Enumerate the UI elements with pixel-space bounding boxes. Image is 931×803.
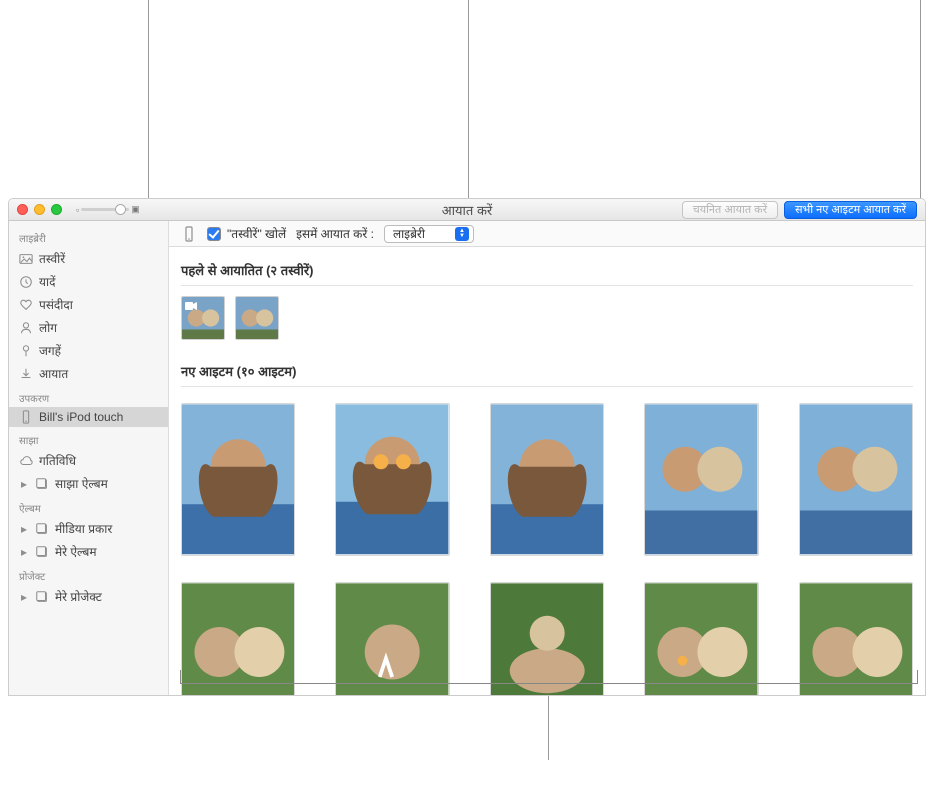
- zoom-in-icon: ▣: [131, 204, 140, 215]
- open-photos-label: "तस्वीरें" खोलें: [227, 225, 286, 242]
- sidebar: लाइब्रेरी तस्वीरें यादें पसंदीदा: [9, 221, 169, 695]
- heart-icon: [19, 298, 33, 312]
- callout-line-import-button: [920, 0, 921, 200]
- clock-icon: [19, 275, 33, 289]
- new-items-header: नए आइटम (१० आइटम): [181, 356, 913, 387]
- close-button[interactable]: [17, 204, 28, 215]
- callout-bracket-new-items: [180, 670, 918, 684]
- sidebar-header-albums: ऐल्बम: [9, 495, 168, 517]
- imported-thumb[interactable]: [235, 296, 279, 340]
- sidebar-item-label: मेरे ऐल्बम: [55, 543, 97, 560]
- sidebar-item-label: Bill's iPod touch: [39, 410, 123, 424]
- disclosure-triangle-icon[interactable]: ▸: [19, 522, 29, 536]
- imported-thumb[interactable]: [181, 296, 225, 340]
- sidebar-item-label: जगहें: [39, 342, 61, 359]
- open-photos-checkbox[interactable]: [207, 227, 221, 241]
- import-selected-button[interactable]: चयनित आयात करें: [682, 201, 778, 219]
- sidebar-item-label: लोग: [39, 319, 57, 336]
- sidebar-item-label: मीडिया प्रकार: [55, 520, 112, 537]
- sidebar-item-photos[interactable]: तस्वीरें: [9, 247, 168, 270]
- disclosure-triangle-icon[interactable]: ▸: [19, 590, 29, 604]
- new-item-thumb[interactable]: [490, 403, 604, 556]
- sidebar-item-my-projects[interactable]: ▸ मेरे प्रोजेक्ट: [9, 585, 168, 608]
- sidebar-item-import[interactable]: आयात: [9, 362, 168, 385]
- new-item-thumb[interactable]: [181, 403, 295, 556]
- import-destination-value: लाइब्रेरी: [393, 225, 425, 242]
- fullscreen-button[interactable]: [51, 204, 62, 215]
- sidebar-header-projects: प्रोजेक्ट: [9, 563, 168, 585]
- new-item-thumb[interactable]: [644, 403, 758, 556]
- traffic-lights[interactable]: [17, 204, 62, 215]
- sidebar-item-my-albums[interactable]: ▸ मेरे ऐल्बम: [9, 540, 168, 563]
- album-icon: [35, 477, 49, 491]
- sidebar-item-favorites[interactable]: पसंदीदा: [9, 293, 168, 316]
- import-content: पहले से आयातित (२ तस्वीरें) नए आइटम (१० …: [169, 247, 925, 695]
- import-all-new-button[interactable]: सभी नए आइटम आयात करें: [784, 201, 917, 219]
- callout-line-sidebar: [148, 0, 149, 200]
- zoom-out-icon: ▫: [76, 205, 79, 215]
- zoom-slider[interactable]: ▫ ▣: [76, 204, 140, 215]
- sidebar-item-label: आयात: [39, 365, 68, 382]
- disclosure-triangle-icon[interactable]: ▸: [19, 545, 29, 559]
- photos-app-window: ▫ ▣ आयात करें चयनित आयात करें सभी नए आइट…: [8, 198, 926, 696]
- zoom-track[interactable]: [81, 208, 129, 211]
- sidebar-item-shared-albums[interactable]: ▸ साझा ऐल्बम: [9, 472, 168, 495]
- new-items-grid: [181, 397, 913, 695]
- new-item-thumb[interactable]: [335, 403, 449, 556]
- sidebar-item-label: यादें: [39, 273, 55, 290]
- new-item-thumb[interactable]: [799, 403, 913, 556]
- popup-arrows-icon: ▲▼: [455, 227, 469, 241]
- album-icon: [35, 545, 49, 559]
- sidebar-item-device[interactable]: Bill's iPod touch: [9, 407, 168, 427]
- pin-icon: [19, 344, 33, 358]
- main-pane: "तस्वीरें" खोलें इसमें आयात करें : लाइब्…: [169, 221, 925, 695]
- sidebar-item-label: मेरे प्रोजेक्ट: [55, 588, 102, 605]
- sidebar-item-memories[interactable]: यादें: [9, 270, 168, 293]
- album-icon: [35, 522, 49, 536]
- person-icon: [19, 321, 33, 335]
- import-controls-bar: "तस्वीरें" खोलें इसमें आयात करें : लाइब्…: [169, 221, 925, 247]
- import-destination-popup[interactable]: लाइब्रेरी ▲▼: [384, 225, 474, 243]
- callout-line-popup: [468, 0, 469, 200]
- sidebar-header-devices: उपकरण: [9, 385, 168, 407]
- sidebar-header-library: लाइब्रेरी: [9, 225, 168, 247]
- sidebar-item-activity[interactable]: गतिविधि: [9, 449, 168, 472]
- disclosure-triangle-icon[interactable]: ▸: [19, 477, 29, 491]
- zoom-thumb[interactable]: [115, 204, 126, 215]
- sidebar-item-label: तस्वीरें: [39, 250, 65, 267]
- sidebar-item-places[interactable]: जगहें: [9, 339, 168, 362]
- sidebar-item-label: साझा ऐल्बम: [55, 475, 108, 492]
- video-badge-icon: [184, 299, 198, 313]
- titlebar: ▫ ▣ आयात करें चयनित आयात करें सभी नए आइट…: [9, 199, 925, 221]
- sidebar-item-label: पसंदीदा: [39, 296, 73, 313]
- device-icon: [19, 410, 33, 424]
- import-icon: [19, 367, 33, 381]
- photos-icon: [19, 252, 33, 266]
- import-into-label: इसमें आयात करें :: [296, 225, 374, 242]
- already-imported-header: पहले से आयातित (२ तस्वीरें): [181, 255, 913, 286]
- minimize-button[interactable]: [34, 204, 45, 215]
- sidebar-header-shared: साझा: [9, 427, 168, 449]
- album-icon: [35, 590, 49, 604]
- sidebar-item-people[interactable]: लोग: [9, 316, 168, 339]
- already-imported-row: [181, 296, 913, 340]
- device-icon: [181, 226, 197, 242]
- sidebar-item-media-types[interactable]: ▸ मीडिया प्रकार: [9, 517, 168, 540]
- cloud-icon: [19, 454, 33, 468]
- sidebar-item-label: गतिविधि: [39, 452, 76, 469]
